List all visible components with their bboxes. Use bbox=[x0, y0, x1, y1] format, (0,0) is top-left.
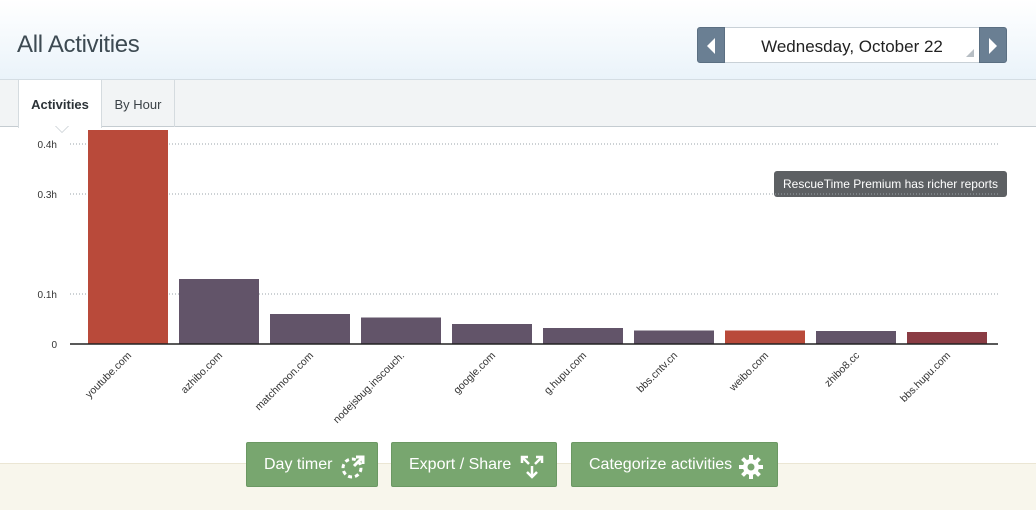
report-tabs: Activities By Hour RescueTime Premium ha… bbox=[0, 80, 1036, 197]
tab-activities[interactable]: Activities bbox=[18, 80, 102, 128]
chevron-right-icon bbox=[989, 38, 997, 54]
bar-weibo-com bbox=[725, 330, 805, 344]
x-tick-label: weibo.com bbox=[726, 349, 771, 394]
x-tick-label: zhibo8.cc bbox=[822, 350, 862, 390]
bar-bbs-cntv-cn bbox=[634, 330, 714, 344]
bar-zhibo8-cc bbox=[816, 331, 896, 344]
tab-by-hour[interactable]: By Hour bbox=[102, 80, 175, 127]
page-title: All Activities bbox=[17, 31, 140, 58]
page-header: All Activities Wednesday, October 22 bbox=[0, 0, 1036, 80]
expand-arrows-icon bbox=[520, 455, 544, 479]
resize-grip-icon bbox=[966, 49, 974, 57]
x-tick-label: google.com bbox=[451, 349, 498, 396]
x-tick-label: bbs.hupu.com bbox=[898, 349, 953, 404]
bar-bbs-hupu-com bbox=[907, 332, 987, 344]
activity-bar-chart: 0 0.1h 0.3h 0.4h youtube.com azhibo.com matchm… bbox=[38, 130, 998, 426]
export-share-label: Export / Share bbox=[409, 456, 512, 473]
x-tick-label: nodejsbug.inscouch. bbox=[331, 350, 407, 426]
bar-matchmoon-com bbox=[270, 314, 350, 344]
y-tick-label: 0.1h bbox=[38, 290, 57, 301]
categorize-label: Categorize activities bbox=[589, 456, 733, 473]
day-timer-label: Day timer bbox=[264, 456, 333, 473]
x-tick-label: matchmoon.com bbox=[253, 349, 317, 413]
date-navigator: Wednesday, October 22 bbox=[697, 27, 1007, 63]
bar-google-com bbox=[452, 324, 532, 344]
x-tick-label: bbs.cntv.cn bbox=[635, 350, 681, 396]
selected-date: Wednesday, October 22 bbox=[761, 37, 943, 56]
day-timer-button[interactable]: Day timer bbox=[246, 442, 378, 487]
bar-nodejsbug-inscouch- bbox=[361, 317, 441, 344]
x-tick-label: azhibo.com bbox=[179, 349, 226, 396]
y-tick-label: 0.4h bbox=[38, 140, 57, 151]
date-picker[interactable]: Wednesday, October 22 bbox=[725, 27, 979, 63]
categorize-activities-button[interactable]: Categorize activities bbox=[571, 442, 778, 487]
export-share-button[interactable]: Export / Share bbox=[391, 442, 557, 487]
y-tick-label: 0 bbox=[51, 340, 57, 351]
refresh-clock-icon bbox=[341, 455, 365, 479]
y-tick-label: 0.3h bbox=[38, 190, 57, 201]
x-tick-label: g.hupu.com bbox=[542, 349, 589, 396]
chevron-left-icon bbox=[707, 38, 715, 54]
previous-day-button[interactable] bbox=[697, 27, 725, 63]
bar-azhibo-com bbox=[179, 279, 259, 344]
gear-icon bbox=[739, 455, 763, 479]
next-day-button[interactable] bbox=[979, 27, 1007, 63]
x-tick-label: youtube.com bbox=[83, 349, 134, 400]
bar-g-hupu-com bbox=[543, 328, 623, 344]
bar-youtube-com bbox=[88, 130, 168, 344]
